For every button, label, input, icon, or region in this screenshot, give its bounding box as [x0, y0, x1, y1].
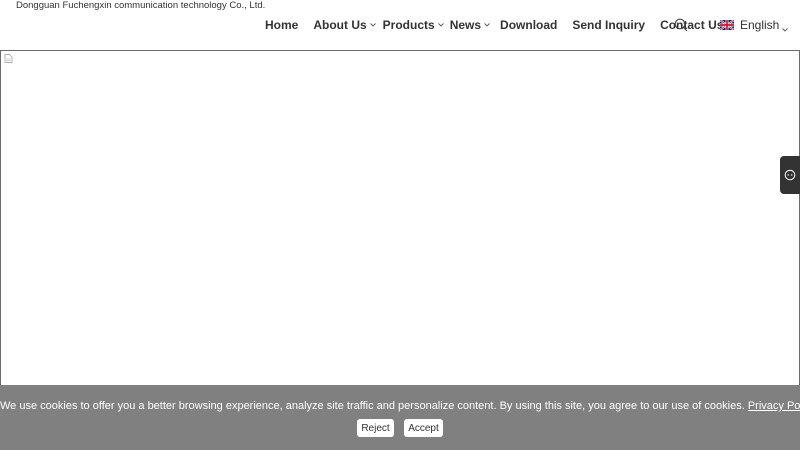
- chat-widget-button[interactable]: [780, 156, 800, 194]
- chevron-down-icon: [781, 21, 789, 32]
- nav-contact-us-label: Contact Us: [660, 18, 724, 32]
- broken-image-icon: [4, 54, 13, 63]
- nav-products-label: Products: [382, 18, 435, 32]
- language-selector[interactable]: English: [720, 18, 789, 32]
- reject-cookies-button[interactable]: Reject: [357, 419, 394, 437]
- nav-news-label: News: [449, 18, 482, 32]
- chevron-down-icon: [483, 21, 491, 29]
- nav-about-us[interactable]: About Us: [313, 18, 376, 32]
- accept-cookies-button[interactable]: Accept: [404, 419, 443, 437]
- search-icon[interactable]: [674, 18, 688, 32]
- chevron-down-icon: [369, 21, 377, 29]
- nav-products[interactable]: Products: [383, 18, 445, 32]
- nav-send-inquiry-label: Send Inquiry: [572, 18, 646, 32]
- cookie-consent-bar: We use cookies to offer you a better bro…: [0, 385, 800, 450]
- nav-send-inquiry[interactable]: Send Inquiry: [572, 18, 645, 32]
- privacy-policy-link[interactable]: Privacy Policy: [748, 400, 800, 412]
- nav-about-us-label: About Us: [313, 18, 367, 32]
- language-label: English: [740, 18, 780, 32]
- chevron-down-icon: [437, 21, 445, 29]
- cookie-message: We use cookies to offer you a better bro…: [0, 400, 800, 412]
- nav-home[interactable]: Home: [265, 18, 298, 32]
- nav-news[interactable]: News: [450, 18, 491, 32]
- uk-flag-icon: [720, 20, 734, 30]
- cookie-message-text: We use cookies to offer you a better bro…: [0, 400, 745, 412]
- main-nav: Home About Us Products News Download Sen…: [265, 17, 723, 33]
- nav-download[interactable]: Download: [500, 18, 557, 32]
- nav-home-label: Home: [265, 18, 299, 32]
- site-header: Dongguan Fuchengxin communication techno…: [0, 0, 800, 50]
- company-name: Dongguan Fuchengxin communication techno…: [16, 0, 266, 11]
- nav-contact-us[interactable]: Contact Us: [660, 18, 723, 32]
- nav-download-label: Download: [500, 18, 558, 32]
- chat-icon: [784, 169, 796, 181]
